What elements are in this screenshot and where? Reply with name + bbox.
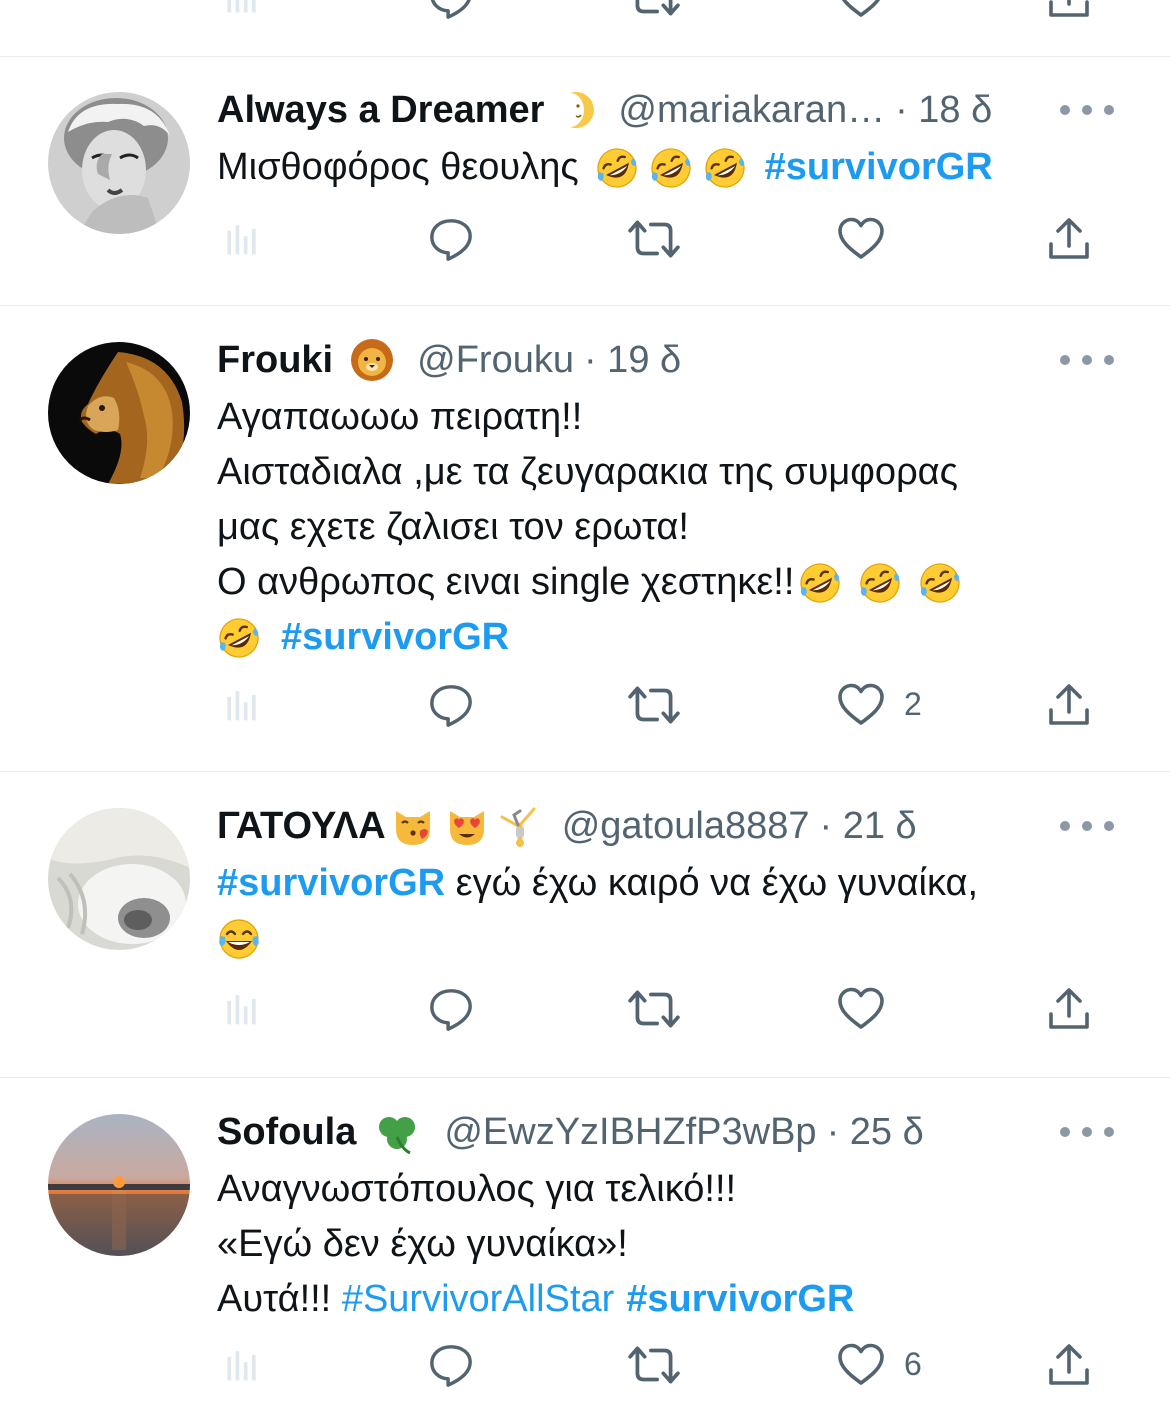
username[interactable]: @mariakaran… [618, 89, 885, 132]
cartwheel-emoji [494, 803, 540, 849]
tweet[interactable]: Always a Dreamer @mariakaran… · 18 δ Μισ… [0, 56, 1170, 306]
tears-of-joy-emoji [217, 917, 261, 961]
retweet-icon[interactable] [626, 216, 682, 262]
share-icon[interactable] [1046, 216, 1092, 262]
timestamp[interactable]: · 19 δ [584, 339, 681, 382]
timestamp[interactable]: · 18 δ [895, 89, 992, 132]
rofl-emoji [703, 146, 747, 190]
avatar[interactable] [48, 342, 190, 484]
display-name[interactable]: Sofoula [217, 1111, 356, 1154]
more-options-icon[interactable] [1060, 350, 1114, 370]
tweet-text-line: «Εγώ δεν έχω γυναίκα»! [217, 1223, 628, 1265]
tweet-text-line: μας εχετε ζαλισει τον ερωτα! [217, 506, 689, 548]
lion-face-emoji [349, 337, 395, 383]
hashtag-link[interactable]: #survivorGR [217, 856, 445, 911]
heart-eyes-cat-emoji [444, 803, 490, 849]
like-icon [836, 682, 886, 726]
retweet-icon[interactable] [626, 986, 682, 1032]
like-icon[interactable] [836, 0, 886, 18]
rofl-emoji [918, 561, 962, 605]
retweet-icon[interactable] [626, 0, 682, 20]
avatar[interactable] [48, 92, 190, 234]
tweet-text-line: εγώ έχω καιρό να έχω γυναίκα, [445, 862, 979, 904]
views-icon[interactable] [222, 0, 262, 18]
avatar[interactable] [48, 808, 190, 950]
display-name[interactable]: ΓΑΤΟΥΛΑ [217, 805, 386, 848]
tweet-text: #survivorGR εγώ έχω καιρό να έχω γυναίκα… [217, 856, 1110, 966]
rofl-emoji [858, 561, 902, 605]
hashtag-link[interactable]: #SurvivorAllStar [342, 1272, 614, 1327]
tweet-actions [0, 986, 1170, 1046]
tweet-text-line: Αναγνωστόπουλος για τελικό!!! [217, 1168, 737, 1210]
like-count: 6 [904, 1345, 922, 1382]
like-count: 2 [904, 685, 922, 722]
more-options-icon[interactable] [1060, 100, 1114, 120]
tweet-text-line: Αγαπαωωω πειρατη!! [217, 396, 583, 438]
kissing-cat-emoji [390, 803, 436, 849]
retweet-icon[interactable] [626, 1342, 682, 1388]
tweet-text-line: Ο ανθρωπος ειναι single χεστηκε!! [217, 561, 795, 603]
like-icon[interactable] [836, 216, 886, 260]
reply-icon[interactable] [428, 0, 474, 20]
tweet-header: Sofoula @EwzYzIBHZfP3wBp · 25 δ [217, 1106, 924, 1158]
like-icon [836, 1342, 886, 1386]
rofl-emoji [649, 146, 693, 190]
share-icon[interactable] [1046, 682, 1092, 728]
views-icon[interactable] [222, 1342, 262, 1386]
tweet-actions: 2 [0, 682, 1170, 742]
tweet-text: Αγαπαωωω πειρατη!! Αισταδιαλα ,με τα ζευ… [217, 390, 1110, 665]
more-options-icon[interactable] [1060, 816, 1114, 836]
tweet-header: ΓΑΤΟΥΛΑ @gatoula8887 · 21 δ [217, 800, 917, 852]
crescent-moon-emoji [556, 90, 596, 130]
views-icon[interactable] [222, 986, 262, 1030]
like-button[interactable]: 2 [836, 682, 922, 726]
tweet-text-line: Αυτά!!! [217, 1278, 342, 1320]
views-icon[interactable] [222, 216, 262, 260]
tweet-actions [0, 216, 1170, 276]
display-name[interactable]: Frouki [217, 339, 333, 382]
shamrock-emoji [372, 1107, 422, 1157]
username[interactable]: @gatoula8887 [562, 805, 810, 848]
tweet[interactable]: Frouki @Frouku · 19 δ Αγαπαωωω πειρατη!!… [0, 306, 1170, 772]
tweet-text-line: Μισθοφόρος θεουλης [217, 146, 579, 188]
hashtag-link[interactable]: #survivorGR [281, 610, 509, 665]
share-icon[interactable] [1046, 986, 1092, 1032]
share-icon[interactable] [1046, 0, 1092, 20]
username[interactable]: @EwzYzIBHZfP3wBp [444, 1111, 816, 1154]
like-icon[interactable] [836, 986, 886, 1030]
rofl-emoji [595, 146, 639, 190]
rofl-emoji [798, 561, 842, 605]
avatar[interactable] [48, 1114, 190, 1256]
views-icon[interactable] [222, 682, 262, 726]
hashtag-link[interactable]: #survivorGR [765, 140, 993, 195]
reply-icon[interactable] [428, 682, 474, 728]
timestamp[interactable]: · 21 δ [819, 805, 916, 848]
reply-icon[interactable] [428, 216, 474, 262]
tweet-text: Μισθοφόρος θεουλης #survivorGR [217, 140, 1110, 195]
previous-tweet-actions [0, 0, 1170, 57]
timestamp[interactable]: · 25 δ [827, 1111, 924, 1154]
tweet-header: Frouki @Frouku · 19 δ [217, 334, 681, 386]
username[interactable]: @Frouku [417, 339, 574, 382]
rofl-emoji [217, 616, 261, 660]
tweet[interactable]: Sofoula @EwzYzIBHZfP3wBp · 25 δ Αναγνωστ… [0, 1078, 1170, 1403]
more-options-icon[interactable] [1060, 1122, 1114, 1142]
tweet-actions: 6 [0, 1342, 1170, 1402]
hashtag-link[interactable]: #survivorGR [626, 1272, 854, 1327]
tweet-text: Αναγνωστόπουλος για τελικό!!! «Εγώ δεν έ… [217, 1162, 1110, 1327]
share-icon[interactable] [1046, 1342, 1092, 1388]
display-name[interactable]: Always a Dreamer [217, 89, 544, 132]
reply-icon[interactable] [428, 1342, 474, 1388]
like-button[interactable]: 6 [836, 1342, 922, 1386]
tweet-header: Always a Dreamer @mariakaran… · 18 δ [217, 84, 992, 136]
tweet[interactable]: ΓΑΤΟΥΛΑ @gatoula8887 · 21 δ #survivorGR … [0, 772, 1170, 1078]
reply-icon[interactable] [428, 986, 474, 1032]
retweet-icon[interactable] [626, 682, 682, 728]
tweet-text-line: Αισταδιαλα ,με τα ζευγαρακια της συμφορα… [217, 451, 958, 493]
